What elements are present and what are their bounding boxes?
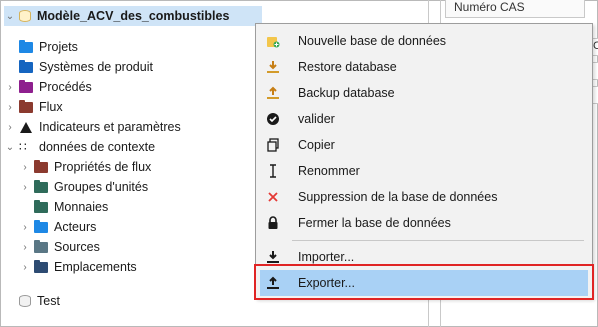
chevron-right-icon[interactable]: › <box>19 221 31 233</box>
context-menu: Nouvelle base de données Restore databas… <box>255 23 593 299</box>
tree-item-label: Sources <box>54 240 100 254</box>
folder-icon <box>34 259 48 273</box>
tree-item-projets[interactable]: Projets <box>19 37 78 57</box>
folder-icon <box>34 179 48 193</box>
check-circle-icon <box>260 112 286 126</box>
tree-item-label: Monnaies <box>54 200 109 214</box>
chevron-down-icon[interactable]: ⌄ <box>4 141 16 153</box>
tree-item-groupes-unites[interactable]: › Groupes d'unités <box>19 177 148 197</box>
annotation-highlight-box <box>254 264 594 300</box>
folder-icon <box>19 79 33 93</box>
backup-icon <box>260 86 286 100</box>
chevron-right-icon[interactable]: › <box>19 181 31 193</box>
chevron-right-icon[interactable]: › <box>19 241 31 253</box>
tree-item-test[interactable]: Test <box>19 291 60 311</box>
grid-icon: ∷ <box>19 140 27 154</box>
chevron-right-icon[interactable]: › <box>4 121 16 133</box>
menu-item-valider[interactable]: valider <box>260 106 588 132</box>
tree-item-label: Emplacements <box>54 260 137 274</box>
database-icon <box>19 295 31 307</box>
tree-item-label: Flux <box>39 100 63 114</box>
tree-item-monnaies[interactable]: Monnaies <box>34 197 108 217</box>
tree-item-label: Procédés <box>39 80 92 94</box>
restore-icon <box>260 60 286 74</box>
folder-icon <box>34 159 48 173</box>
tree-item-label: Indicateurs et paramètres <box>39 120 181 134</box>
lock-icon <box>260 216 286 230</box>
tree-item-flux[interactable]: › Flux <box>4 97 63 117</box>
tree-item-acteurs[interactable]: › Acteurs <box>19 217 96 237</box>
tree-item-donnees-contexte[interactable]: ⌄ ∷ données de contexte <box>4 137 155 157</box>
tree-item-label: données de contexte <box>39 140 156 154</box>
delete-icon <box>260 190 286 204</box>
menu-item-backup-database[interactable]: Backup database <box>260 80 588 106</box>
rename-icon <box>260 164 286 178</box>
tree-item-systemes[interactable]: Systèmes de produit <box>19 57 153 77</box>
folder-icon <box>34 219 48 233</box>
tree-item-label: Projets <box>39 40 78 54</box>
tree-item-emplacements[interactable]: › Emplacements <box>19 257 137 277</box>
chevron-right-icon[interactable]: › <box>19 161 31 173</box>
tree-item-database[interactable]: ⌄ Modèle_ACV_des_combustibles <box>4 6 262 26</box>
menu-item-delete-database[interactable]: Suppression de la base de données <box>260 184 588 210</box>
folder-icon <box>34 239 48 253</box>
chevron-down-icon[interactable]: ⌄ <box>4 10 16 22</box>
menu-item-renommer[interactable]: Renommer <box>260 158 588 184</box>
folder-icon <box>19 99 33 113</box>
tree-item-label: Propriétés de flux <box>54 160 152 174</box>
chevron-right-icon[interactable]: › <box>4 81 16 93</box>
menu-item-restore-database[interactable]: Restore database <box>260 54 588 80</box>
copy-icon <box>260 138 286 152</box>
tree-item-label: Groupes d'unités <box>54 180 149 194</box>
tree-item-sources[interactable]: › Sources <box>19 237 100 257</box>
new-database-icon <box>260 34 286 48</box>
folder-icon <box>19 39 33 53</box>
menu-item-copier[interactable]: Copier <box>260 132 588 158</box>
tree-item-procedes[interactable]: › Procédés <box>4 77 92 97</box>
folder-icon <box>19 59 33 73</box>
tree-item-label: Modèle_ACV_des_combustibles <box>37 9 230 23</box>
tree-item-label: Acteurs <box>54 220 97 234</box>
chevron-right-icon[interactable]: › <box>4 101 16 113</box>
tree-item-label: Test <box>37 294 60 308</box>
database-icon <box>19 10 31 22</box>
tree-item-proprietes-flux[interactable]: › Propriétés de flux <box>19 157 151 177</box>
column-header[interactable]: Numéro CAS <box>445 0 585 18</box>
menu-item-close-database[interactable]: Fermer la base de données <box>260 210 588 236</box>
menu-separator <box>292 240 584 241</box>
import-icon <box>260 250 286 264</box>
chevron-right-icon[interactable]: › <box>19 261 31 273</box>
menu-item-new-database[interactable]: Nouvelle base de données <box>260 28 588 54</box>
folder-icon <box>34 199 48 213</box>
tree-item-label: Systèmes de produit <box>39 60 153 74</box>
indicator-icon <box>19 120 33 134</box>
tree-item-indicateurs[interactable]: › Indicateurs et paramètres <box>4 117 181 137</box>
